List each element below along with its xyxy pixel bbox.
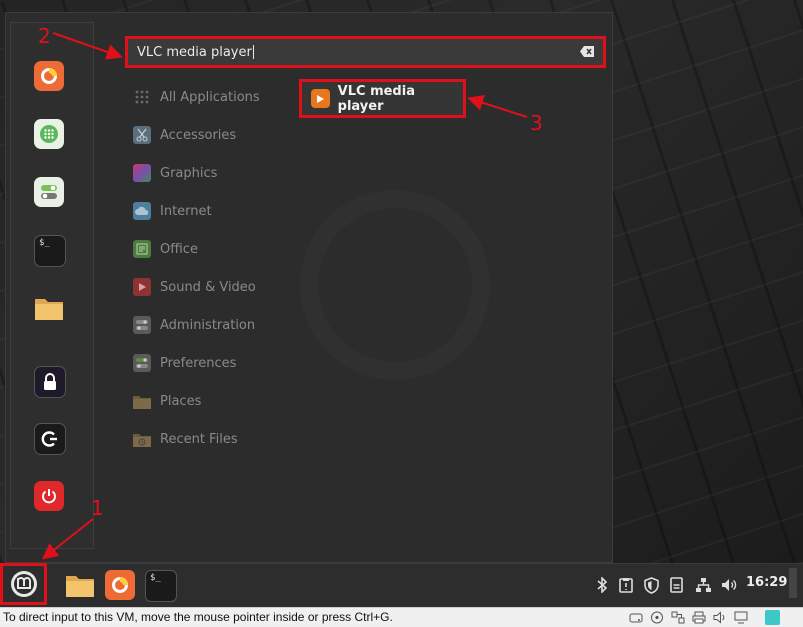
category-internet[interactable]: Internet bbox=[133, 199, 212, 223]
recent-folder-icon bbox=[133, 430, 151, 448]
sound-card-icon[interactable] bbox=[713, 611, 727, 624]
clock[interactable]: 16:29 bbox=[746, 575, 787, 590]
grid-icon bbox=[133, 88, 151, 106]
clipboard-icon[interactable] bbox=[618, 576, 634, 594]
play-icon bbox=[133, 278, 151, 296]
network-icon[interactable] bbox=[694, 576, 712, 594]
result-vlc-media-player[interactable]: VLC media player bbox=[299, 79, 466, 118]
annotation-number-2: 2 bbox=[38, 24, 51, 48]
printer-icon[interactable] bbox=[692, 611, 706, 624]
status-message: To direct input to this VM, move the mou… bbox=[3, 610, 393, 624]
dial-icon[interactable] bbox=[34, 119, 64, 149]
category-administration[interactable]: Administration bbox=[133, 313, 255, 337]
notes-icon[interactable] bbox=[669, 576, 683, 594]
folder-icon bbox=[133, 392, 151, 410]
category-all-applications[interactable]: All Applications bbox=[133, 85, 260, 109]
search-input-text: VLC media player bbox=[137, 44, 252, 60]
category-label: Internet bbox=[160, 203, 212, 219]
annotation-number-1: 1 bbox=[91, 496, 104, 520]
cloud-icon bbox=[133, 202, 151, 220]
preferences-icon bbox=[133, 354, 151, 372]
text-caret bbox=[252, 45, 254, 59]
volume-icon[interactable] bbox=[720, 576, 738, 594]
office-icon bbox=[133, 240, 151, 258]
display-icon[interactable] bbox=[734, 611, 748, 624]
network-adapter-icon[interactable] bbox=[671, 611, 685, 624]
annotation-number-3: 3 bbox=[530, 111, 543, 135]
power-icon[interactable] bbox=[34, 481, 64, 511]
category-places[interactable]: Places bbox=[133, 389, 201, 413]
category-label: Office bbox=[160, 241, 198, 257]
firefox-icon[interactable] bbox=[34, 61, 64, 91]
category-label: All Applications bbox=[160, 89, 260, 105]
terminal-icon[interactable]: $_ bbox=[34, 235, 66, 267]
category-office[interactable]: Office bbox=[133, 237, 198, 261]
linux-mint-logo-icon bbox=[10, 571, 37, 597]
category-sound-video[interactable]: Sound & Video bbox=[133, 275, 256, 299]
category-graphics[interactable]: Graphics bbox=[133, 161, 217, 185]
result-label: VLC media player bbox=[337, 83, 415, 114]
vm-status-bar: To direct input to this VM, move the mou… bbox=[0, 607, 803, 627]
category-accessories[interactable]: Accessories bbox=[133, 123, 236, 147]
favorites-sidebar: $_ bbox=[10, 22, 94, 549]
hard-disk-icon[interactable] bbox=[629, 611, 643, 624]
category-recent-files[interactable]: Recent Files bbox=[133, 427, 238, 451]
settings-icon[interactable] bbox=[34, 177, 64, 207]
mint-logo-watermark bbox=[300, 190, 490, 380]
clear-search-icon[interactable] bbox=[580, 46, 594, 57]
optical-drive-icon[interactable] bbox=[650, 611, 664, 624]
category-preferences[interactable]: Preferences bbox=[133, 351, 236, 375]
taskbar-folder-icon[interactable] bbox=[65, 570, 95, 600]
category-label: Places bbox=[160, 393, 202, 409]
show-desktop-button[interactable] bbox=[789, 568, 797, 598]
category-label: Accessories bbox=[160, 127, 237, 143]
category-label: Preferences bbox=[160, 355, 237, 371]
folder-icon[interactable] bbox=[34, 293, 64, 323]
lock-icon[interactable] bbox=[34, 366, 66, 398]
scissors-icon bbox=[133, 126, 151, 144]
category-label: Sound & Video bbox=[160, 279, 256, 295]
taskbar-terminal-icon[interactable]: $_ bbox=[145, 570, 177, 602]
logout-icon[interactable] bbox=[34, 423, 66, 455]
category-label: Graphics bbox=[160, 165, 218, 181]
toggle-icon bbox=[133, 316, 151, 334]
taskbar-firefox-icon[interactable] bbox=[105, 570, 135, 600]
vlc-icon bbox=[311, 89, 330, 108]
search-input[interactable]: VLC media player bbox=[125, 36, 606, 68]
category-label: Recent Files bbox=[160, 431, 238, 447]
message-icon[interactable] bbox=[765, 610, 780, 625]
category-label: Administration bbox=[160, 317, 256, 333]
menu-button[interactable] bbox=[0, 563, 47, 605]
graphics-icon bbox=[133, 164, 151, 182]
shield-icon[interactable] bbox=[643, 576, 659, 594]
bluetooth-icon[interactable] bbox=[596, 576, 608, 594]
